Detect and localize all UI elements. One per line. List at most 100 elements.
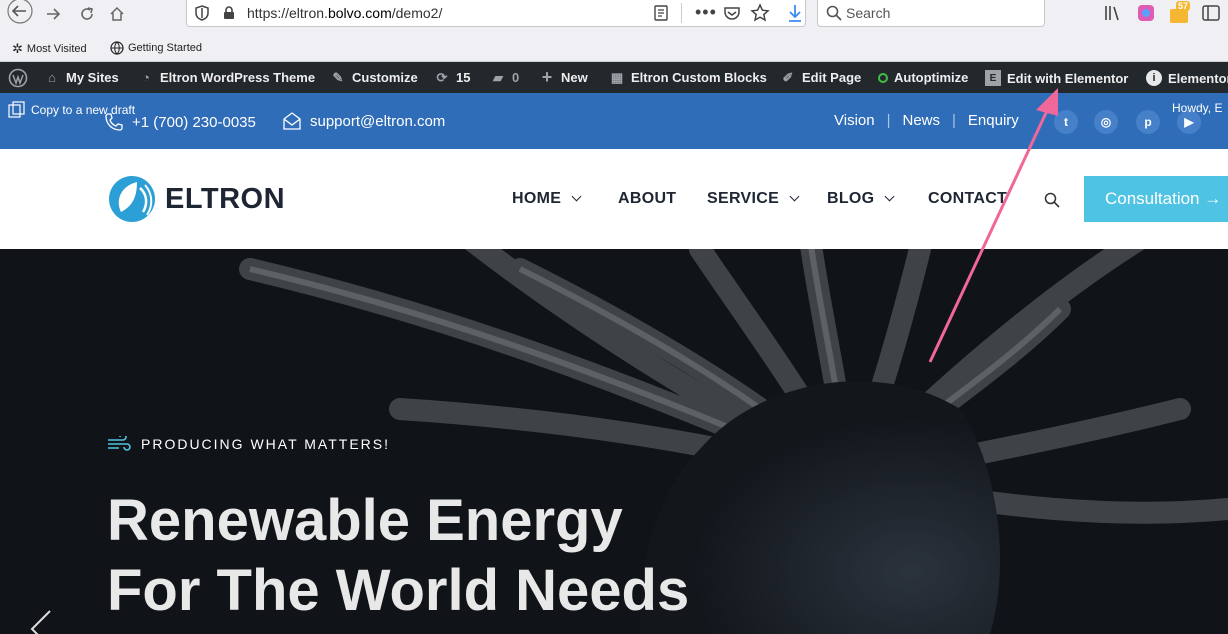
custom-blocks-menu[interactable]: ▦ Eltron Custom Blocks bbox=[609, 69, 767, 86]
phone-link[interactable]: +1 (700) 230-0035 bbox=[104, 112, 256, 132]
consultation-button[interactable]: Consultation → bbox=[1084, 176, 1228, 222]
reader-view-icon[interactable] bbox=[653, 5, 669, 21]
nav-home[interactable]: HOME bbox=[512, 190, 582, 208]
search-bar[interactable]: Search bbox=[817, 0, 1045, 27]
customize-link[interactable]: ✎ Customize bbox=[330, 69, 418, 86]
forward-arrow-icon bbox=[47, 8, 61, 20]
home-button[interactable] bbox=[106, 2, 128, 26]
instagram-icon[interactable]: ◎ bbox=[1094, 110, 1118, 134]
downloads-badge-icon[interactable]: 57 bbox=[1170, 1, 1192, 23]
shield-icon[interactable] bbox=[195, 5, 209, 21]
top-links: Vision | News | Enquiry bbox=[834, 112, 1019, 129]
elementor-icon: E bbox=[985, 70, 1001, 86]
status-dot-icon bbox=[878, 72, 888, 83]
wordpress-icon bbox=[8, 68, 28, 88]
wind-icon bbox=[108, 436, 131, 451]
nav-blog[interactable]: BLOG bbox=[827, 190, 895, 208]
consultation-label: Consultation → bbox=[1105, 189, 1222, 208]
site-name-menu[interactable]: ◔ Eltron WordPress Theme bbox=[138, 70, 315, 85]
search-icon bbox=[826, 5, 842, 21]
info-icon: i bbox=[1146, 70, 1162, 86]
updates-link[interactable]: ⟳ 15 bbox=[434, 70, 471, 86]
elementor-menu[interactable]: i Elementor bbox=[1146, 70, 1228, 86]
comments-link[interactable]: ▰ 0 bbox=[490, 70, 520, 86]
dashboard-icon: ◔ bbox=[142, 70, 150, 85]
plus-icon: + bbox=[541, 67, 553, 87]
bookmark-getting-started[interactable]: Getting Started bbox=[110, 41, 202, 55]
bookmarks-toolbar: ✲ Most Visited Getting Started bbox=[0, 34, 1228, 62]
globe-icon bbox=[110, 41, 124, 55]
hero-title: Renewable Energy For The World Needs bbox=[107, 486, 689, 626]
autoptimize-menu[interactable]: Autoptimize bbox=[878, 70, 968, 85]
hero-title-line-1: Renewable Energy bbox=[107, 488, 623, 553]
back-button[interactable] bbox=[4, 0, 36, 26]
pinterest-icon[interactable]: p bbox=[1136, 110, 1160, 134]
url-bar[interactable]: https://eltron.bolvo.com/demo2/ ••• bbox=[186, 0, 806, 27]
site-header: ELTRON HOME ABOUT SERVICE BLOG CONTACT C… bbox=[0, 149, 1228, 249]
howdy-user[interactable]: Howdy, E bbox=[1172, 101, 1222, 115]
customize-label: Customize bbox=[352, 70, 418, 85]
chevron-down-icon bbox=[789, 191, 800, 202]
nav-contact[interactable]: CONTACT bbox=[928, 190, 1007, 208]
brush-icon: ✎ bbox=[332, 69, 344, 85]
hero-tagline: PRODUCING WHAT MATTERS! bbox=[107, 436, 390, 452]
updates-count: 15 bbox=[456, 70, 471, 85]
browser-toolbar: https://eltron.bolvo.com/demo2/ ••• Sear… bbox=[0, 0, 1228, 34]
mail-icon bbox=[283, 112, 301, 130]
sidebar-icon[interactable] bbox=[1202, 4, 1220, 22]
library-icon[interactable] bbox=[1104, 4, 1122, 22]
edit-elementor-label: Edit with Elementor bbox=[1007, 70, 1129, 86]
nav-about[interactable]: ABOUT bbox=[618, 190, 676, 208]
forward-button[interactable] bbox=[42, 2, 64, 26]
top-link-news[interactable]: News bbox=[903, 112, 941, 129]
gear-icon: ✲ bbox=[12, 41, 23, 56]
site-logo[interactable]: ELTRON bbox=[107, 174, 285, 224]
chevron-down-icon bbox=[571, 191, 582, 202]
leaf-globe-icon bbox=[109, 176, 155, 222]
edit-page-link[interactable]: ✐ Edit Page bbox=[780, 69, 862, 86]
elementor-label: Elementor bbox=[1168, 70, 1228, 86]
hero-section: PRODUCING WHAT MATTERS! Renewable Energy… bbox=[0, 249, 1228, 634]
search-icon[interactable] bbox=[1044, 192, 1060, 208]
hero-title-line-2: For The World Needs bbox=[107, 558, 690, 623]
bookmark-label: Getting Started bbox=[128, 42, 202, 54]
email-link[interactable]: support@eltron.com bbox=[282, 112, 445, 130]
edit-page-label: Edit Page bbox=[802, 70, 862, 85]
bookmark-label: Most Visited bbox=[26, 43, 87, 55]
custom-blocks-label: Eltron Custom Blocks bbox=[631, 70, 767, 85]
nav-label: CONTACT bbox=[928, 190, 1008, 207]
reload-button[interactable] bbox=[76, 2, 98, 26]
nav-label: SERVICE bbox=[707, 190, 780, 207]
phone-icon bbox=[105, 113, 123, 131]
wordpress-logo-button[interactable] bbox=[8, 68, 28, 88]
chevron-down-icon bbox=[884, 191, 895, 202]
new-label: New bbox=[561, 70, 588, 85]
new-content-menu[interactable]: + New bbox=[539, 67, 588, 87]
logo-text: ELTRON bbox=[165, 182, 286, 215]
lock-icon[interactable] bbox=[223, 6, 235, 20]
tagline-text: PRODUCING WHAT MATTERS! bbox=[141, 436, 390, 452]
extension-icon[interactable] bbox=[1136, 3, 1156, 23]
twitter-icon[interactable]: t bbox=[1054, 110, 1078, 134]
top-link-enquiry[interactable]: Enquiry bbox=[968, 112, 1019, 129]
email-address: support@eltron.com bbox=[310, 112, 446, 130]
bookmark-most-visited[interactable]: ✲ Most Visited bbox=[12, 41, 87, 57]
page-actions-icon[interactable]: ••• bbox=[695, 2, 717, 23]
site-top-bar: Copy to a new draft +1 (700) 230-0035 su… bbox=[0, 93, 1228, 149]
wp-admin-bar: ⌂ My Sites ◔ Eltron WordPress Theme ✎ Cu… bbox=[0, 62, 1228, 93]
pencil-icon: ✐ bbox=[782, 69, 794, 85]
edit-with-elementor-link[interactable]: E Edit with Elementor bbox=[985, 70, 1128, 86]
download-icon[interactable] bbox=[786, 3, 804, 23]
blocks-icon: ▦ bbox=[610, 69, 624, 85]
comments-count: 0 bbox=[512, 70, 520, 85]
copy-icon bbox=[8, 101, 25, 118]
nav-label: BLOG bbox=[827, 190, 875, 207]
search-placeholder: Search bbox=[846, 5, 891, 21]
site-name-label: Eltron WordPress Theme bbox=[160, 70, 316, 85]
pocket-icon[interactable] bbox=[723, 4, 741, 22]
my-sites-menu[interactable]: ⌂ My Sites bbox=[44, 70, 119, 85]
nav-service[interactable]: SERVICE bbox=[707, 190, 800, 208]
top-link-vision[interactable]: Vision bbox=[834, 112, 875, 129]
reload-icon bbox=[81, 7, 93, 20]
bookmark-star-icon[interactable] bbox=[750, 3, 770, 23]
